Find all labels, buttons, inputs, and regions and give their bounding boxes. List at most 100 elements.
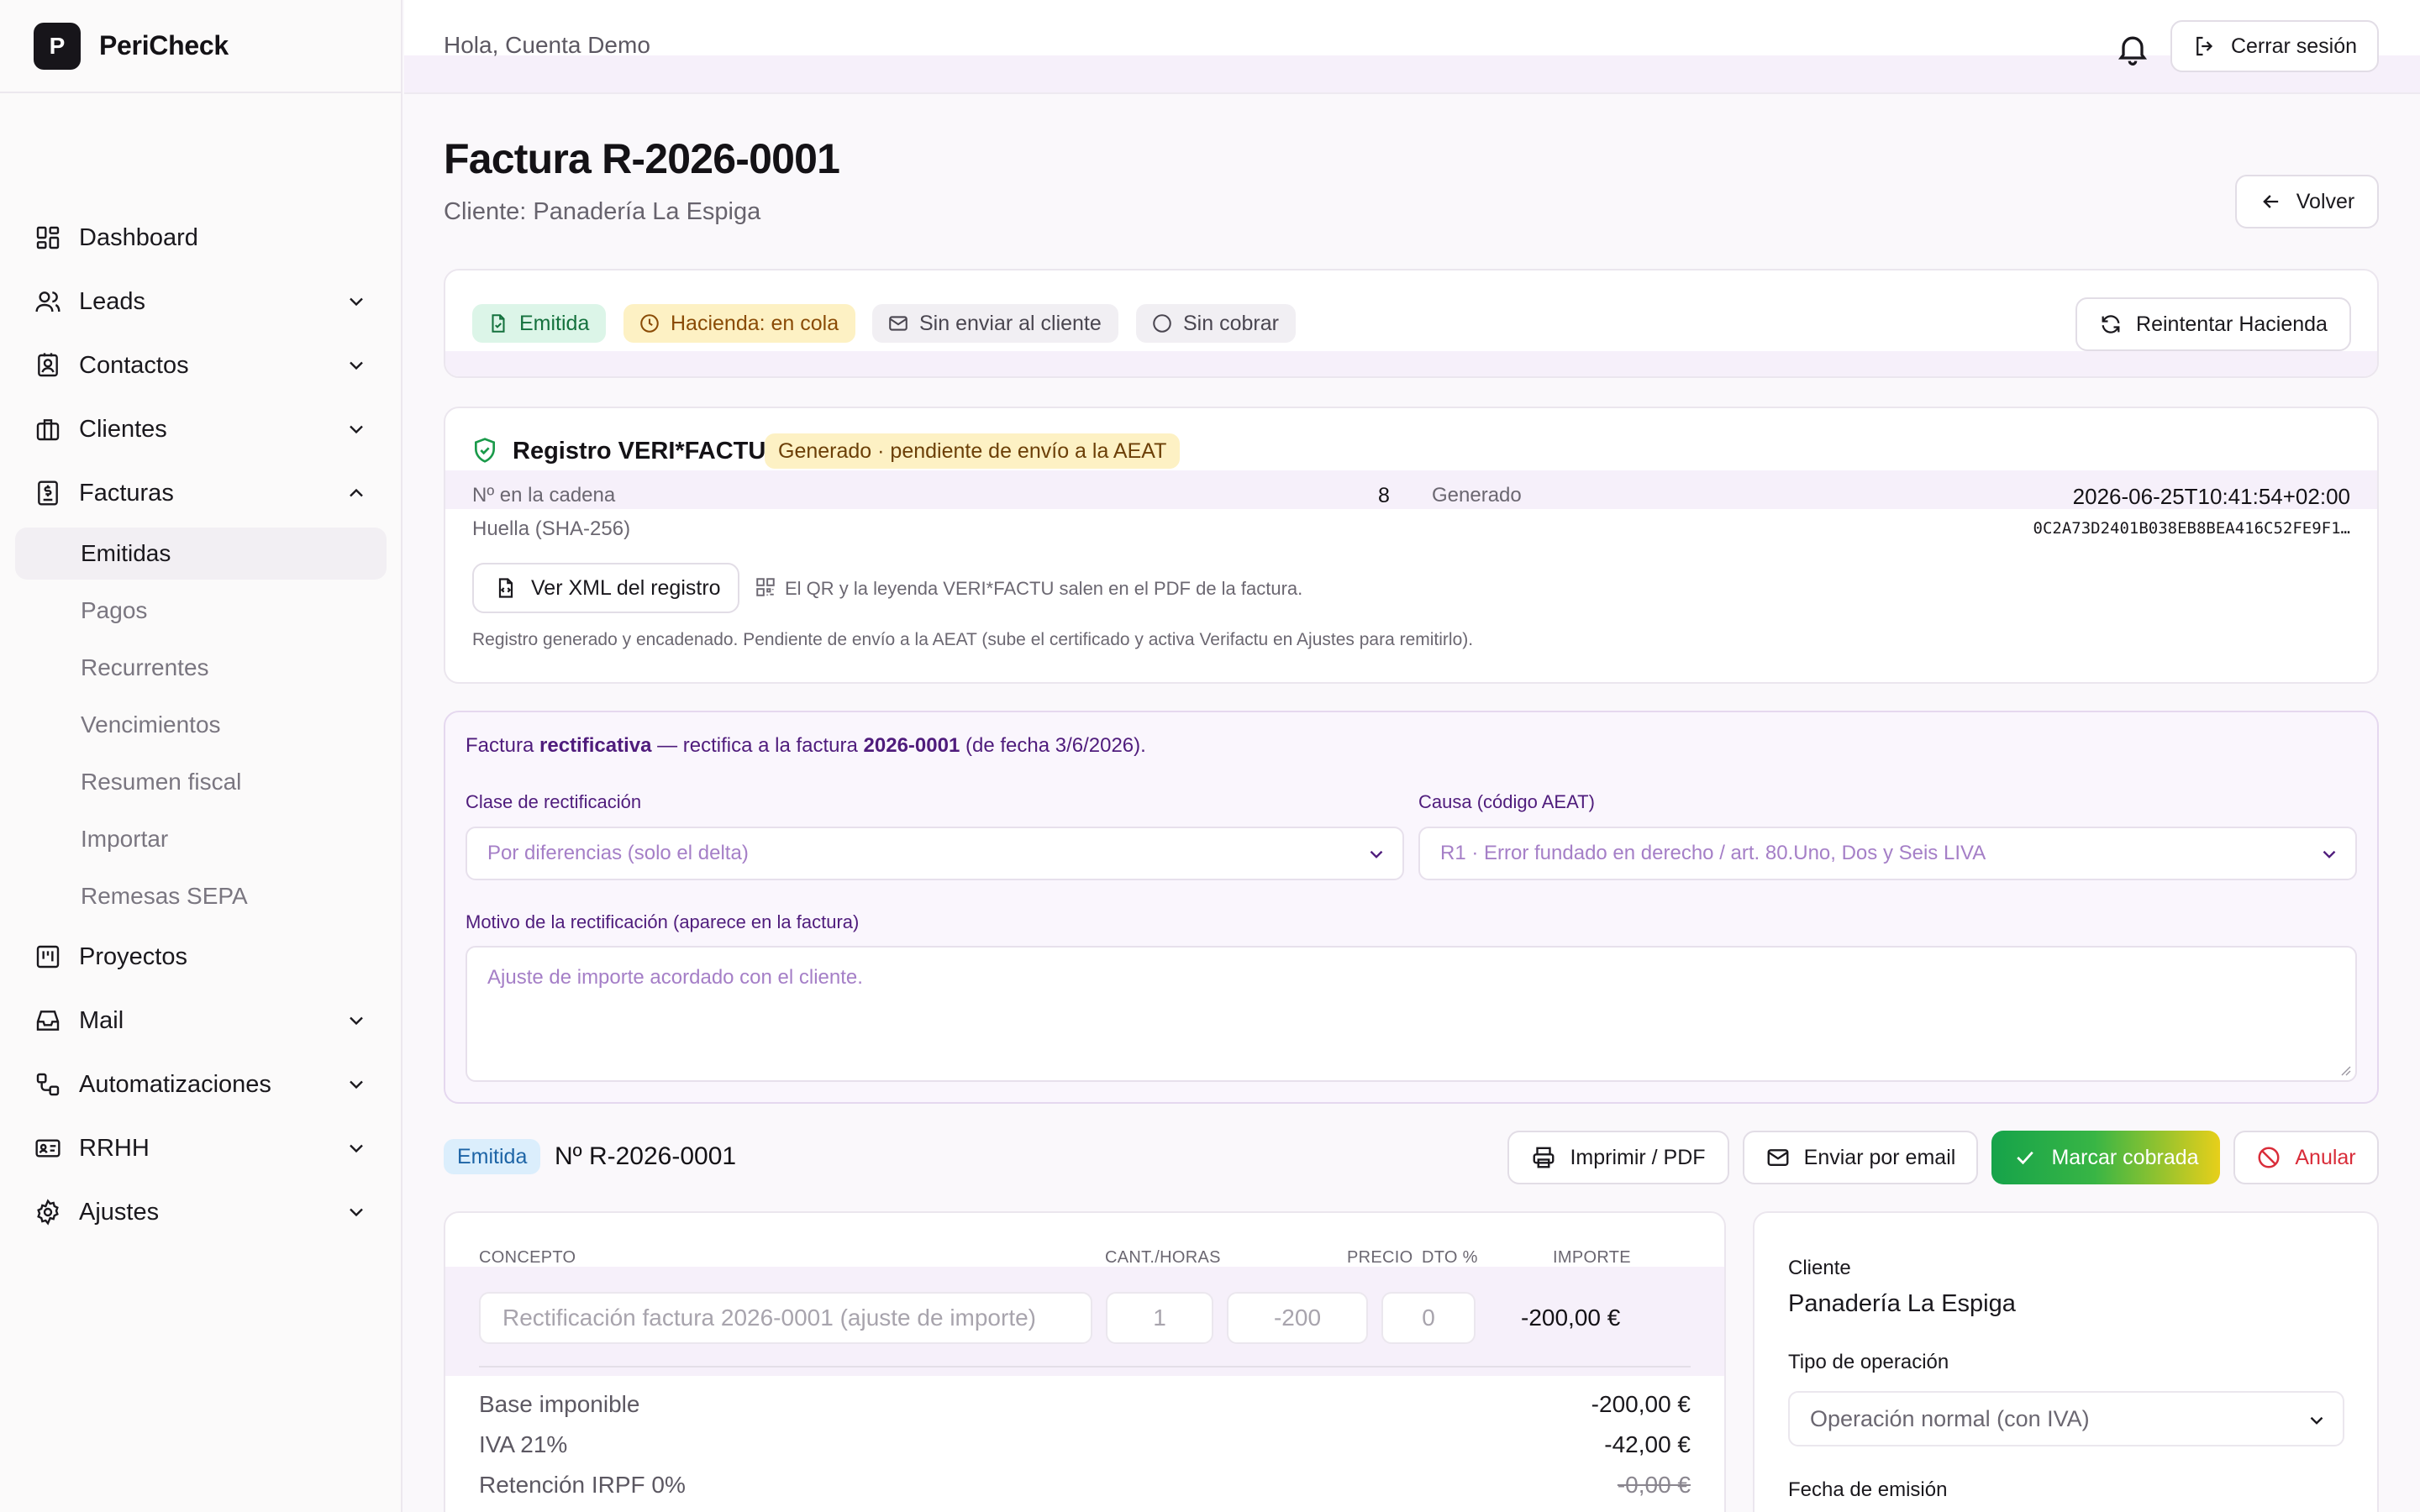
bell-icon[interactable]	[2114, 30, 2151, 67]
sidebar-item-dashboard[interactable]: Dashboard	[15, 212, 387, 264]
back-button[interactable]: Volver	[2235, 175, 2379, 228]
brand[interactable]: P PeriCheck	[0, 0, 401, 93]
motivo-label: Motivo de la rectificación (aparece en l…	[466, 911, 860, 932]
sidebar-item-proyectos[interactable]: Proyectos	[15, 931, 387, 983]
concepto-input[interactable]: Rectificación factura 2026-0001 (ajuste …	[479, 1292, 1092, 1344]
status-envio-label: Sin enviar al cliente	[919, 311, 1102, 335]
mark-paid-button[interactable]: Marcar cobrada	[1991, 1131, 2220, 1184]
causa-select-value: R1 · Error fundado en derecho / art. 80.…	[1440, 842, 1986, 864]
gear-icon	[34, 1198, 62, 1226]
sidebar-item-rrhh[interactable]: RRHH	[15, 1122, 387, 1174]
sidebar-subitem-resumen-fiscal[interactable]: Resumen fiscal	[15, 756, 387, 808]
status-emitida-label: Emitida	[519, 311, 590, 335]
cancel-invoice-button[interactable]: Anular	[2233, 1131, 2379, 1184]
id-card-icon	[34, 1134, 62, 1163]
original-invoice-number: 2026-0001	[863, 734, 960, 757]
sidebar-subitem-remesas-sepa[interactable]: Remesas SEPA	[15, 870, 387, 922]
invoice-icon	[34, 479, 62, 507]
resize-handle-icon[interactable]	[2337, 1062, 2352, 1077]
send-email-button[interactable]: Enviar por email	[1743, 1131, 1978, 1184]
sidebar-item-leads[interactable]: Leads	[15, 276, 387, 328]
motivo-textarea[interactable]: Ajuste de importe acordado con el client…	[466, 946, 2357, 1082]
precio-input[interactable]: -200	[1227, 1292, 1368, 1344]
col-header-concepto: CONCEPTO	[479, 1248, 576, 1267]
page-subtitle: Cliente: Panadería La Espiga	[444, 198, 761, 225]
chevron-down-icon	[350, 297, 363, 307]
clase-select-value: Por diferencias (solo el delta)	[487, 842, 749, 864]
mail-icon	[1767, 1149, 1789, 1166]
chevron-down-icon	[2310, 1416, 2323, 1425]
logout-icon	[2196, 36, 2213, 56]
intro-text: Factura	[466, 734, 540, 757]
dashboard-icon	[34, 223, 62, 252]
view-xml-button[interactable]: Ver XML del registro	[472, 563, 739, 613]
sidebar-item-ajustes[interactable]: Ajustes	[15, 1186, 387, 1238]
verifactu-status-badge: Generado · pendiente de envío a la AEAT	[765, 433, 1181, 469]
fecha-emision-label: Fecha de emisión	[1788, 1478, 1948, 1501]
invoice-status-badge: Emitida	[444, 1139, 541, 1174]
sidebar-subitem-emitidas[interactable]: Emitidas	[15, 528, 387, 580]
greeting: Hola, Cuenta Demo	[444, 32, 650, 58]
printer-icon	[1534, 1147, 1555, 1168]
tipo-operacion-select[interactable]: Operación normal (con IVA)	[1788, 1391, 2344, 1446]
sidebar: P PeriCheck Dashboard Leads Contactos Cl…	[0, 0, 402, 1512]
sidebar-item-automatizaciones[interactable]: Automatizaciones	[15, 1058, 387, 1110]
logout-button[interactable]: Cerrar sesión	[2170, 20, 2379, 72]
clase-label: Clase de rectificación	[466, 791, 642, 812]
file-check-icon	[492, 314, 505, 333]
sidebar-subitem-importar[interactable]: Importar	[15, 813, 387, 865]
contact-icon	[34, 351, 62, 380]
lines-card	[444, 1211, 1726, 1512]
sidebar-subitem-vencimientos[interactable]: Vencimientos	[15, 699, 387, 751]
invoice-number: Nº R-2026-0001	[555, 1142, 737, 1170]
chevron-down-icon	[350, 1208, 363, 1217]
print-label: Imprimir / PDF	[1570, 1145, 1706, 1169]
clock-icon	[640, 314, 659, 333]
sidebar-item-label: Proyectos	[79, 942, 187, 970]
sidebar-item-contactos[interactable]: Contactos	[15, 339, 387, 391]
cantidad-input[interactable]: 1	[1106, 1292, 1213, 1344]
col-header-cantidad: CANT./HORAS	[1105, 1248, 1221, 1267]
cancel-label: Anular	[2295, 1145, 2356, 1169]
hash-label: Huella (SHA-256)	[472, 517, 631, 540]
chain-label: Nº en la cadena	[472, 484, 616, 507]
total-irpf-label: Retención IRPF 0%	[479, 1472, 686, 1498]
sidebar-item-label: Leads	[79, 287, 146, 315]
causa-select[interactable]: R1 · Error fundado en derecho / art. 80.…	[1418, 827, 2357, 880]
tipo-operacion-value: Operación normal (con IVA)	[1810, 1405, 2090, 1431]
verifactu-title: Registro VERI*FACTU	[513, 438, 766, 465]
ban-icon	[2258, 1147, 2280, 1168]
sidebar-item-mail[interactable]: Mail	[15, 995, 387, 1047]
clase-select[interactable]: Por diferencias (solo el delta)	[466, 827, 1404, 880]
sidebar-subitem-pagos[interactable]: Pagos	[15, 585, 387, 637]
total-iva-label: IVA 21%	[479, 1431, 568, 1457]
sidebar-item-facturas[interactable]: Facturas	[15, 467, 387, 519]
sidebar-subitem-recurrentes[interactable]: Recurrentes	[15, 642, 387, 694]
sidebar-item-label: Mail	[79, 1006, 124, 1034]
sidebar-item-label: Automatizaciones	[79, 1070, 271, 1098]
col-header-precio: PRECIO	[1347, 1248, 1413, 1267]
chevron-down-icon	[350, 1080, 363, 1089]
print-pdf-button[interactable]: Imprimir / PDF	[1507, 1131, 1729, 1184]
page-title: Factura R-2026-0001	[444, 135, 840, 182]
retry-hacienda-button[interactable]: Reintentar Hacienda	[2075, 297, 2351, 351]
total-iva-value: -42,00 €	[1604, 1431, 1691, 1457]
total-base-value: -200,00 €	[1591, 1391, 1691, 1417]
sidebar-item-label: RRHH	[79, 1134, 150, 1162]
generated-label: Generado	[1432, 484, 1522, 507]
chain-value: 8	[1378, 484, 1390, 507]
verifactu-footnote: Registro generado y encadenado. Pendient…	[472, 630, 1474, 649]
briefcase-icon	[34, 415, 62, 444]
qr-note: El QR y la leyenda VERI*FACTU salen en e…	[785, 578, 1303, 599]
dto-input[interactable]: 0	[1381, 1292, 1476, 1344]
brand-name: PeriCheck	[99, 30, 229, 60]
status-badge-cobro: Sin cobrar	[1136, 304, 1296, 343]
generated-value: 2026-06-25T10:41:54+02:00	[2072, 484, 2350, 509]
chevron-down-icon	[350, 1144, 363, 1153]
workflow-icon	[34, 1070, 62, 1099]
shield-check-icon	[475, 438, 495, 463]
qr-code-icon	[756, 578, 775, 596]
sidebar-item-clientes[interactable]: Clientes	[15, 403, 387, 455]
total-irpf-value: -0,00 €	[1617, 1472, 1691, 1498]
file-code-icon	[498, 578, 513, 598]
